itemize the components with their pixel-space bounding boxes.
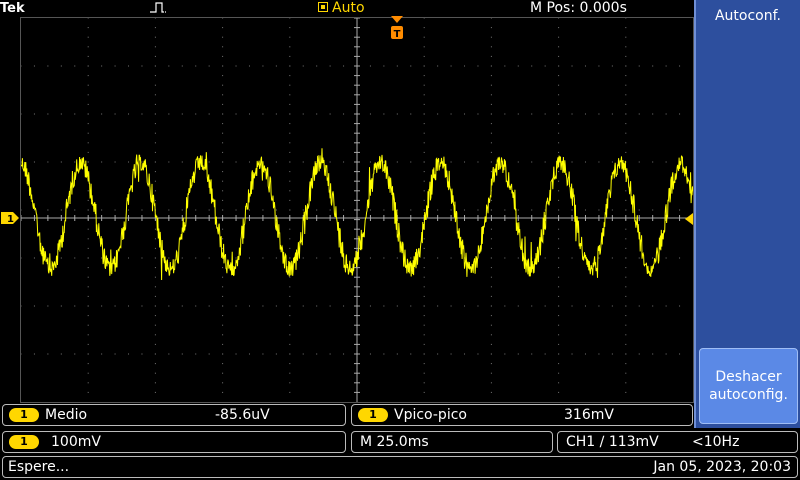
status-panel: Espere... Jan 05, 2023, 20:03: [2, 456, 798, 478]
measurement-value: -85.6uV: [215, 407, 270, 423]
trigger-readout[interactable]: CH1 ∕ 113mV <10Hz: [557, 431, 798, 453]
trigger-position-marker[interactable]: T: [388, 16, 406, 42]
channel-marker-label: 1: [7, 214, 14, 225]
measurement-vpp[interactable]: 1 Vpico-pico 316mV: [351, 404, 693, 426]
measurement-label: Medio: [45, 407, 88, 423]
side-menu: Autoconf. Deshacer autoconfig.: [694, 0, 800, 428]
status-message: Espere...: [8, 459, 70, 475]
horizontal-position: M Pos: 0.000s: [530, 0, 627, 16]
trigger-value: CH1 ∕ 113mV: [566, 434, 659, 450]
date-time: Jan 05, 2023, 20:03: [653, 459, 791, 475]
trigger-level-marker[interactable]: [683, 210, 693, 225]
undo-autoconfig-button[interactable]: Deshacer autoconfig.: [699, 348, 798, 424]
timebase-readout[interactable]: M 25.0ms: [351, 431, 553, 453]
svg-text:T: T: [394, 29, 401, 40]
trigger-status-icon: [318, 2, 328, 12]
vertical-scale-value: 100mV: [51, 434, 101, 450]
waveform-display[interactable]: [20, 17, 694, 403]
top-status-bar: Tek Auto M Pos: 0.000s: [0, 0, 694, 17]
trigger-state: Auto: [318, 0, 365, 17]
bottom-status-bar: Espere... Jan 05, 2023, 20:03: [0, 455, 800, 480]
channel-badge: 1: [358, 408, 388, 422]
measurement-label: Vpico-pico: [394, 407, 467, 423]
measurement-mean[interactable]: 1 Medio -85.6uV: [2, 404, 346, 426]
graticule: [21, 18, 693, 402]
autoconfig-title: Autoconf.: [714, 8, 781, 24]
timebase-value: M 25.0ms: [360, 434, 429, 450]
frequency-value: <10Hz: [692, 434, 740, 450]
measurement-value: 316mV: [564, 407, 614, 423]
vertical-scale-readout[interactable]: 1 100mV: [2, 431, 346, 453]
trigger-state-label: Auto: [332, 0, 365, 16]
channel-badge: 1: [9, 408, 39, 422]
channel-1-ground-marker[interactable]: 1: [0, 210, 19, 225]
channel-badge: 1: [9, 435, 39, 449]
brand-logo: Tek: [0, 1, 25, 16]
